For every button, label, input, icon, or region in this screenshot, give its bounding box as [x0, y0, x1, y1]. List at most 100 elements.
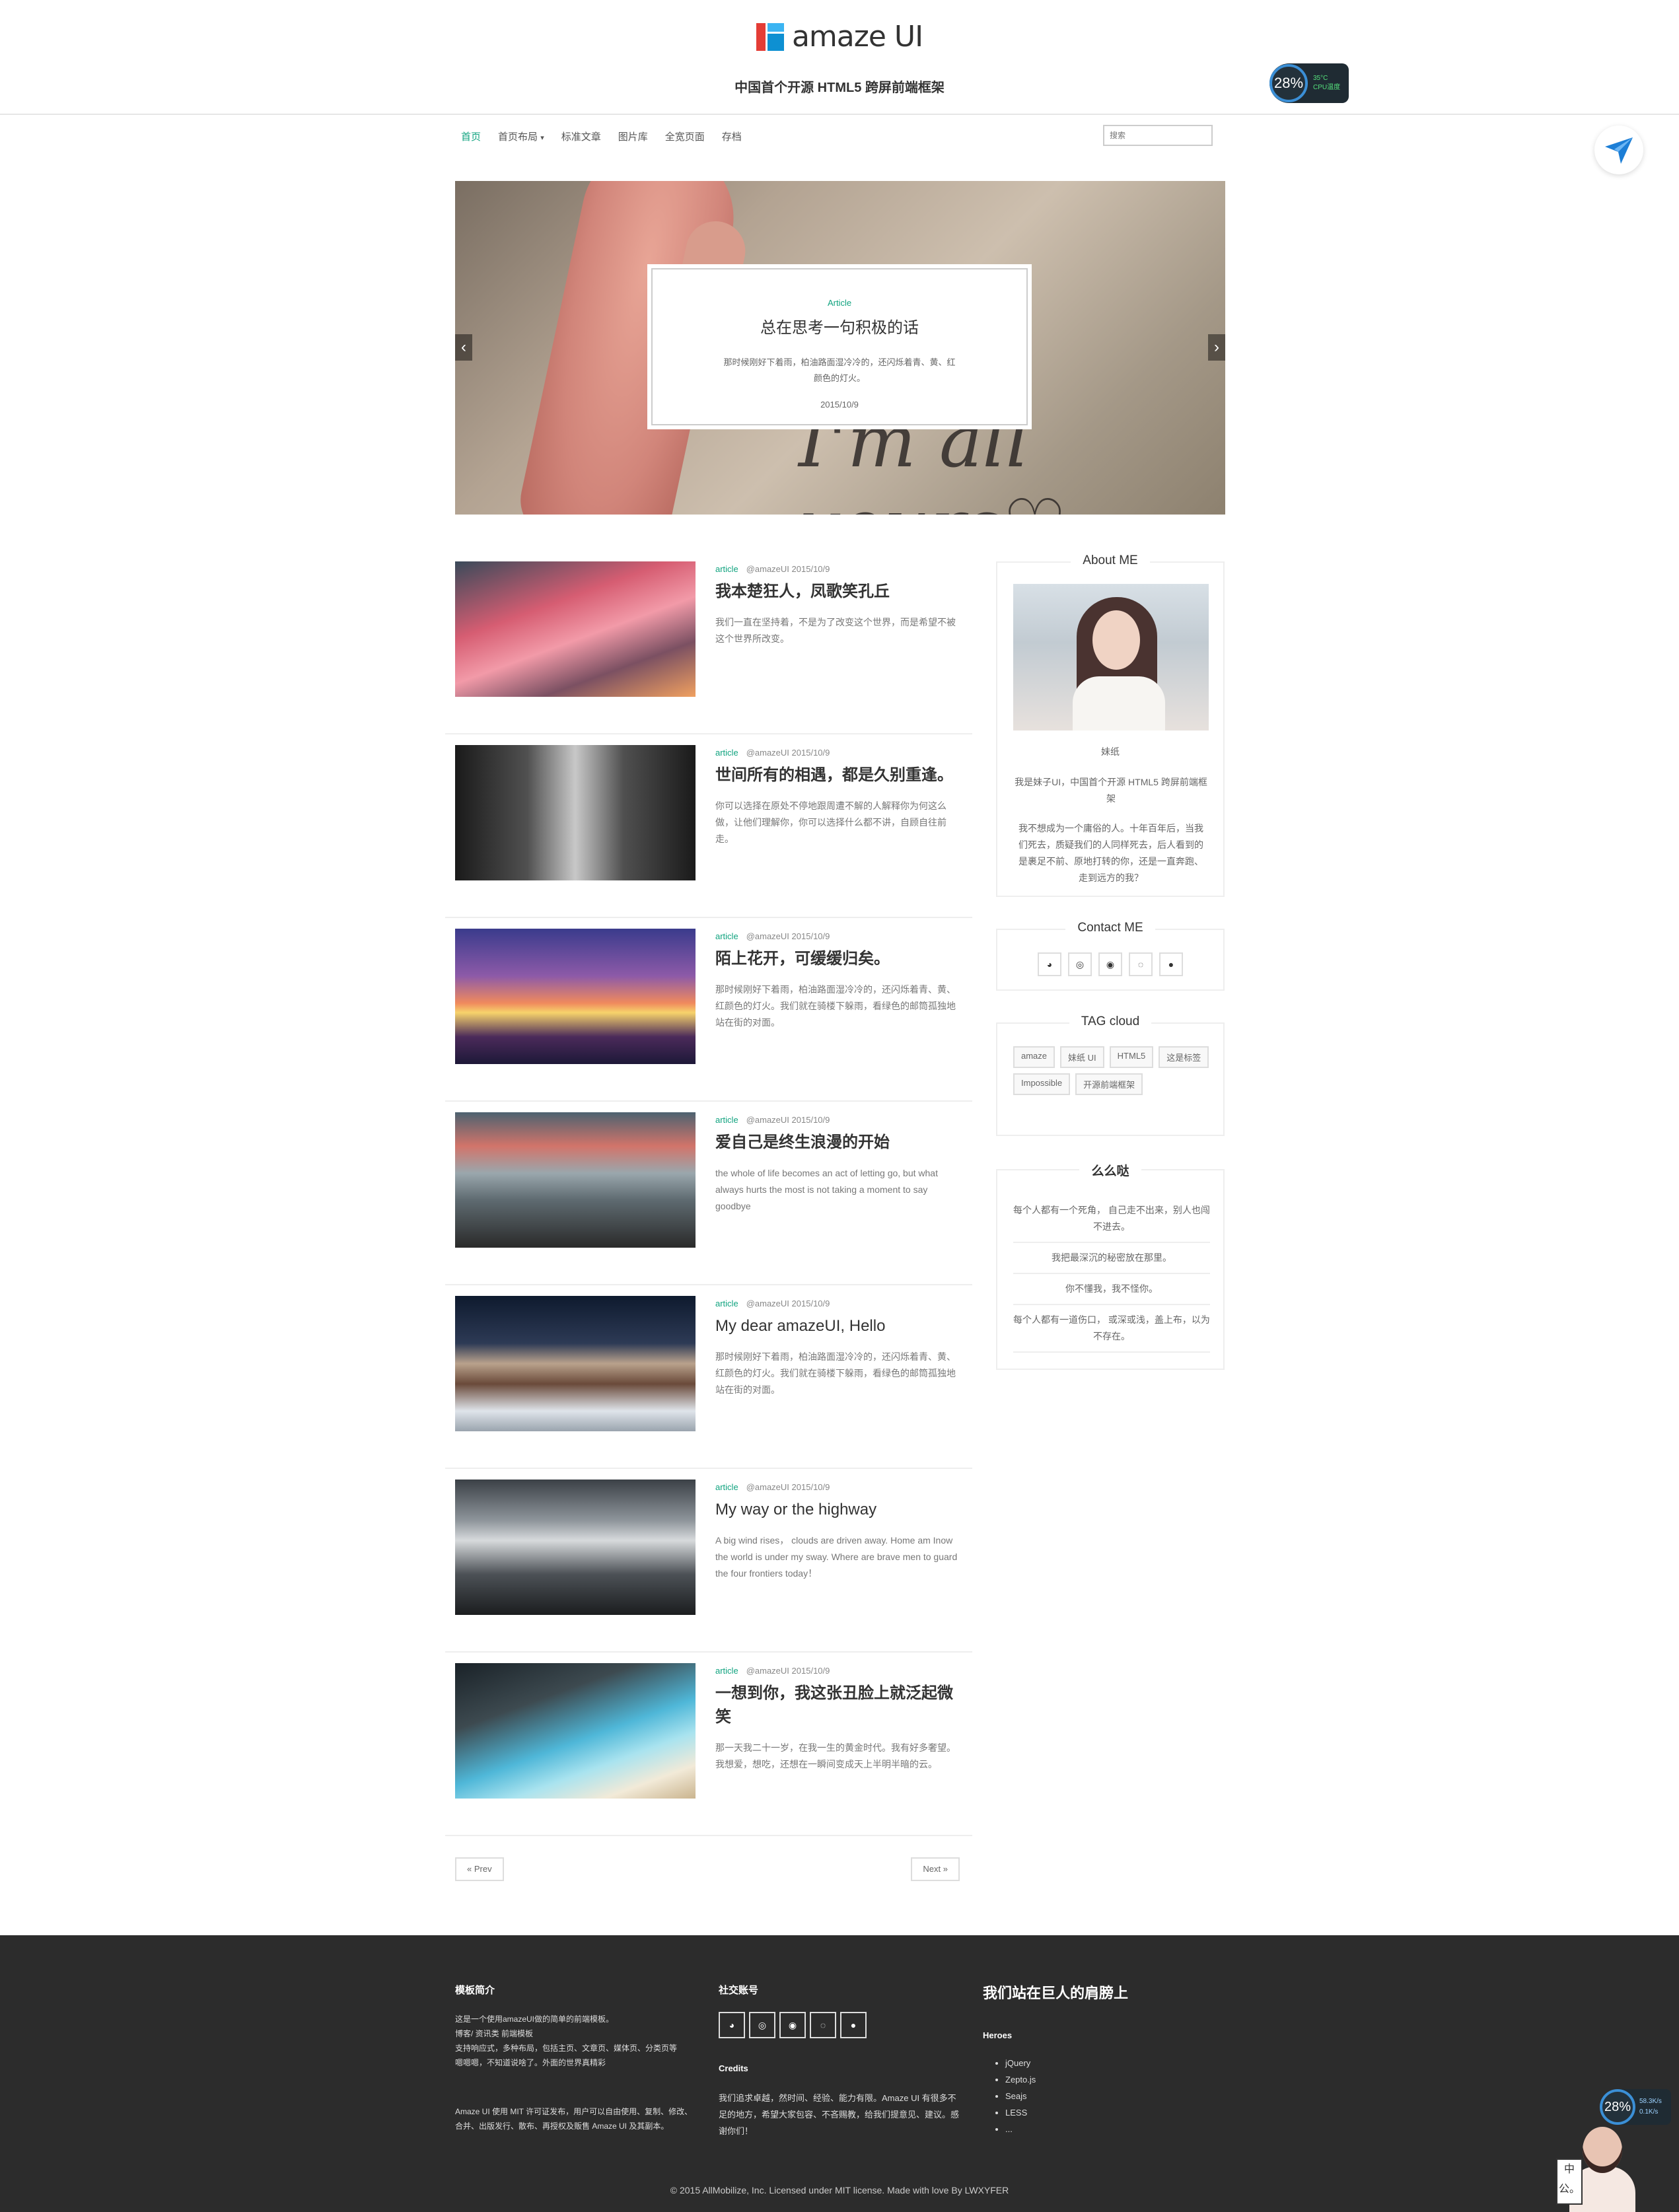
article-thumbnail[interactable]: [455, 745, 696, 880]
article-meta: article @amazeUI 2015/10/9: [715, 1115, 830, 1125]
tag-meizhi-ui[interactable]: 妹纸 UI: [1060, 1046, 1104, 1068]
article-list: article @amazeUI 2015/10/9 我本楚狂人，凤歌笑孔丘 我们…: [445, 551, 972, 1836]
article-thumbnail[interactable]: [455, 1112, 696, 1248]
tag-open-source-framework[interactable]: 开源前端框架: [1075, 1073, 1143, 1095]
mascot-widget[interactable]: 中公。: [1556, 2127, 1649, 2212]
nav-item-archive[interactable]: 存档: [722, 129, 742, 143]
bird-float-icon[interactable]: [1594, 125, 1643, 174]
quote-item: 我把最深沉的秘密放在那里。: [1013, 1243, 1210, 1274]
footer-credits-title: Credits: [719, 2063, 748, 2073]
article-thumbnail[interactable]: [455, 1663, 696, 1799]
article-thumbnail[interactable]: [455, 1296, 696, 1431]
article-title[interactable]: My dear amazeUI, Hello: [715, 1314, 966, 1338]
tag-html5[interactable]: HTML5: [1109, 1046, 1154, 1068]
footer-credits-text: 我们追求卓越，然时间、经验、能力有限。Amaze UI 有很多不足的地方，希望大…: [719, 2093, 960, 2136]
tagline: 中国首个开源 HTML5 跨屏前端框架: [734, 81, 945, 95]
tag-impossible[interactable]: Impossible: [1013, 1073, 1071, 1095]
slider-next-button[interactable]: ›: [1208, 334, 1225, 361]
slide-title[interactable]: 总在思考一句积极的话: [649, 314, 1030, 338]
main-nav: 首页 首页布局 ▾ 标准文章 图片库 全宽页面 存档: [461, 129, 742, 143]
article-title[interactable]: 我本楚狂人，凤歌笑孔丘: [715, 580, 966, 604]
network-speed-readout: 58.3K/s 0.1K/s: [1639, 2098, 1662, 2116]
footer-giants-title: 我们站在巨人的肩膀上: [983, 1985, 1129, 2001]
wechat-icon[interactable]: ●: [1159, 952, 1183, 976]
slide-tag[interactable]: Article: [649, 298, 1030, 308]
tag-amaze[interactable]: amaze: [1013, 1046, 1055, 1068]
article-meta: article @amazeUI 2015/10/9: [715, 564, 830, 574]
article-title[interactable]: 一想到你，我这张丑脸上就泛起微笑: [715, 1682, 966, 1729]
article-item: article @amazeUI 2015/10/9 My dear amazeU…: [445, 1285, 972, 1469]
hero-more[interactable]: ...: [1005, 2121, 1036, 2137]
footer-social-title: 社交账号: [719, 1985, 759, 1996]
nav-item-standard-article[interactable]: 标准文章: [561, 129, 601, 143]
next-page-button[interactable]: Next »: [911, 1857, 960, 1881]
article-desc: 那时候刚好下着雨，柏油路面湿冷冷的，还闪烁着青、黄、红颜色的灯火。我们就在骑楼下…: [715, 984, 956, 1028]
article-desc: A big wind rises， clouds are driven away…: [715, 1535, 958, 1579]
nav-item-gallery[interactable]: 图片库: [618, 129, 648, 143]
slide-date: 2015/10/9: [820, 400, 859, 410]
article-item: article @amazeUI 2015/10/9 爱自己是终生浪漫的开始 th…: [445, 1102, 972, 1285]
quotes-panel: 么么哒 每个人都有一个死角， 自己走不出来，别人也闯不进去。 我把最深沉的秘密放…: [996, 1164, 1225, 1370]
cpu-temperature-widget[interactable]: 28% 35°C CPU温度: [1269, 63, 1349, 103]
article-meta: article @amazeUI 2015/10/9: [715, 1299, 830, 1308]
tag-cloud-panel: TAG cloud amaze 妹纸 UI HTML5 这是标签 Impossi…: [996, 1015, 1225, 1136]
article-desc: 你可以选择在原处不停地跟周遭不解的人解释你为何这么做，让他们理解你，你可以选择什…: [715, 801, 947, 844]
article-title[interactable]: 世间所有的相遇，都是久别重逢。: [715, 764, 966, 787]
contact-me-title: Contact ME: [1065, 921, 1155, 935]
brand-name: amaze UI: [791, 20, 923, 54]
github-icon[interactable]: ◎: [1068, 952, 1092, 976]
footer-renren-icon[interactable]: ◌: [810, 2012, 836, 2038]
article-item: article @amazeUI 2015/10/9 陌上花开，可缓缓归矣。 那时…: [445, 918, 972, 1102]
article-title[interactable]: My way or the highway: [715, 1498, 966, 1522]
search-input[interactable]: [1103, 125, 1213, 146]
nav-item-layout[interactable]: 首页布局 ▾: [498, 129, 544, 143]
amaze-logo-icon: [756, 22, 784, 51]
header-divider: [0, 114, 1679, 115]
article-meta: article @amazeUI 2015/10/9: [715, 1666, 830, 1676]
article-desc: 我们一直在坚持着，不是为了改变这个世界，而是希望不被这个世界所改变。: [715, 617, 956, 644]
hero-zepto[interactable]: Zepto.js: [1005, 2071, 1036, 2088]
article-item: article @amazeUI 2015/10/9 My way or the …: [445, 1469, 972, 1653]
about-me-name: 妹纸: [1101, 746, 1120, 757]
footer-template-desc: 这是一个使用amazeUI做的简单的前端模板。 博客/ 资讯类 前端模板 支持响…: [455, 2015, 678, 2067]
about-me-title: About ME: [1071, 553, 1150, 567]
quotes-title: 么么哒: [1079, 1164, 1141, 1178]
contact-me-panel: Contact ME ◕ ◎ ◉ ◌ ●: [996, 921, 1225, 991]
hero-less[interactable]: LESS: [1005, 2104, 1036, 2121]
article-title[interactable]: 陌上花开，可缓缓归矣。: [715, 947, 966, 971]
weibo-icon[interactable]: ◉: [1098, 952, 1122, 976]
hero-seajs[interactable]: Seajs: [1005, 2088, 1036, 2104]
article-meta: article @amazeUI 2015/10/9: [715, 1482, 830, 1492]
quote-item: 每个人都有一道伤口， 或深或浅，盖上布，以为不存在。: [1013, 1305, 1210, 1353]
slider-prev-button[interactable]: ‹: [455, 334, 472, 361]
nav-item-home[interactable]: 首页: [461, 129, 481, 143]
slide-caption-card[interactable]: Article 总在思考一句积极的话 那时候刚好下着雨，柏油路面湿冷冷的，还闪烁…: [647, 264, 1032, 429]
article-desc: the whole of life becomes an act of lett…: [715, 1168, 938, 1211]
footer-qq-icon[interactable]: ◕: [719, 2012, 745, 2038]
article-thumbnail[interactable]: [455, 929, 696, 1064]
network-speed-widget[interactable]: 28% 58.3K/s 0.1K/s: [1600, 2089, 1671, 2125]
article-meta: article @amazeUI 2015/10/9: [715, 748, 830, 758]
about-me-photo: [1013, 584, 1209, 731]
quote-item: 每个人都有一个死角， 自己走不出来，别人也闯不进去。: [1013, 1195, 1210, 1243]
tag-this-is-tag[interactable]: 这是标签: [1159, 1046, 1209, 1068]
cpu-temp-readout: 35°C CPU温度: [1313, 75, 1341, 91]
footer-weibo-icon[interactable]: ◉: [779, 2012, 806, 2038]
prev-page-button[interactable]: « Prev: [455, 1857, 504, 1881]
brand[interactable]: amaze UI: [0, 20, 1679, 54]
article-thumbnail[interactable]: [455, 561, 696, 697]
footer-github-icon[interactable]: ◎: [749, 2012, 775, 2038]
article-title[interactable]: 爱自己是终生浪漫的开始: [715, 1131, 966, 1155]
footer: 模板简介 这是一个使用amazeUI做的简单的前端模板。 博客/ 资讯类 前端模…: [0, 1935, 1679, 2212]
article-thumbnail[interactable]: [455, 1480, 696, 1615]
footer-wechat-icon[interactable]: ●: [840, 2012, 867, 2038]
nav-item-fullwidth[interactable]: 全宽页面: [665, 129, 705, 143]
mascot-sign: 中公。: [1556, 2158, 1583, 2205]
quote-item: 你不懂我，我不怪你。: [1013, 1274, 1210, 1305]
hero-slider[interactable]: I'm all yours♡ ‹ › Article 总在思考一句积极的话 那时…: [455, 181, 1225, 515]
renren-icon[interactable]: ◌: [1129, 952, 1153, 976]
qq-icon[interactable]: ◕: [1038, 952, 1061, 976]
hero-jquery[interactable]: jQuery: [1005, 2055, 1036, 2071]
cpu-usage-ring: 28%: [1600, 2089, 1635, 2125]
copyright: © 2015 AllMobilize, Inc. Licensed under …: [670, 2185, 1009, 2195]
